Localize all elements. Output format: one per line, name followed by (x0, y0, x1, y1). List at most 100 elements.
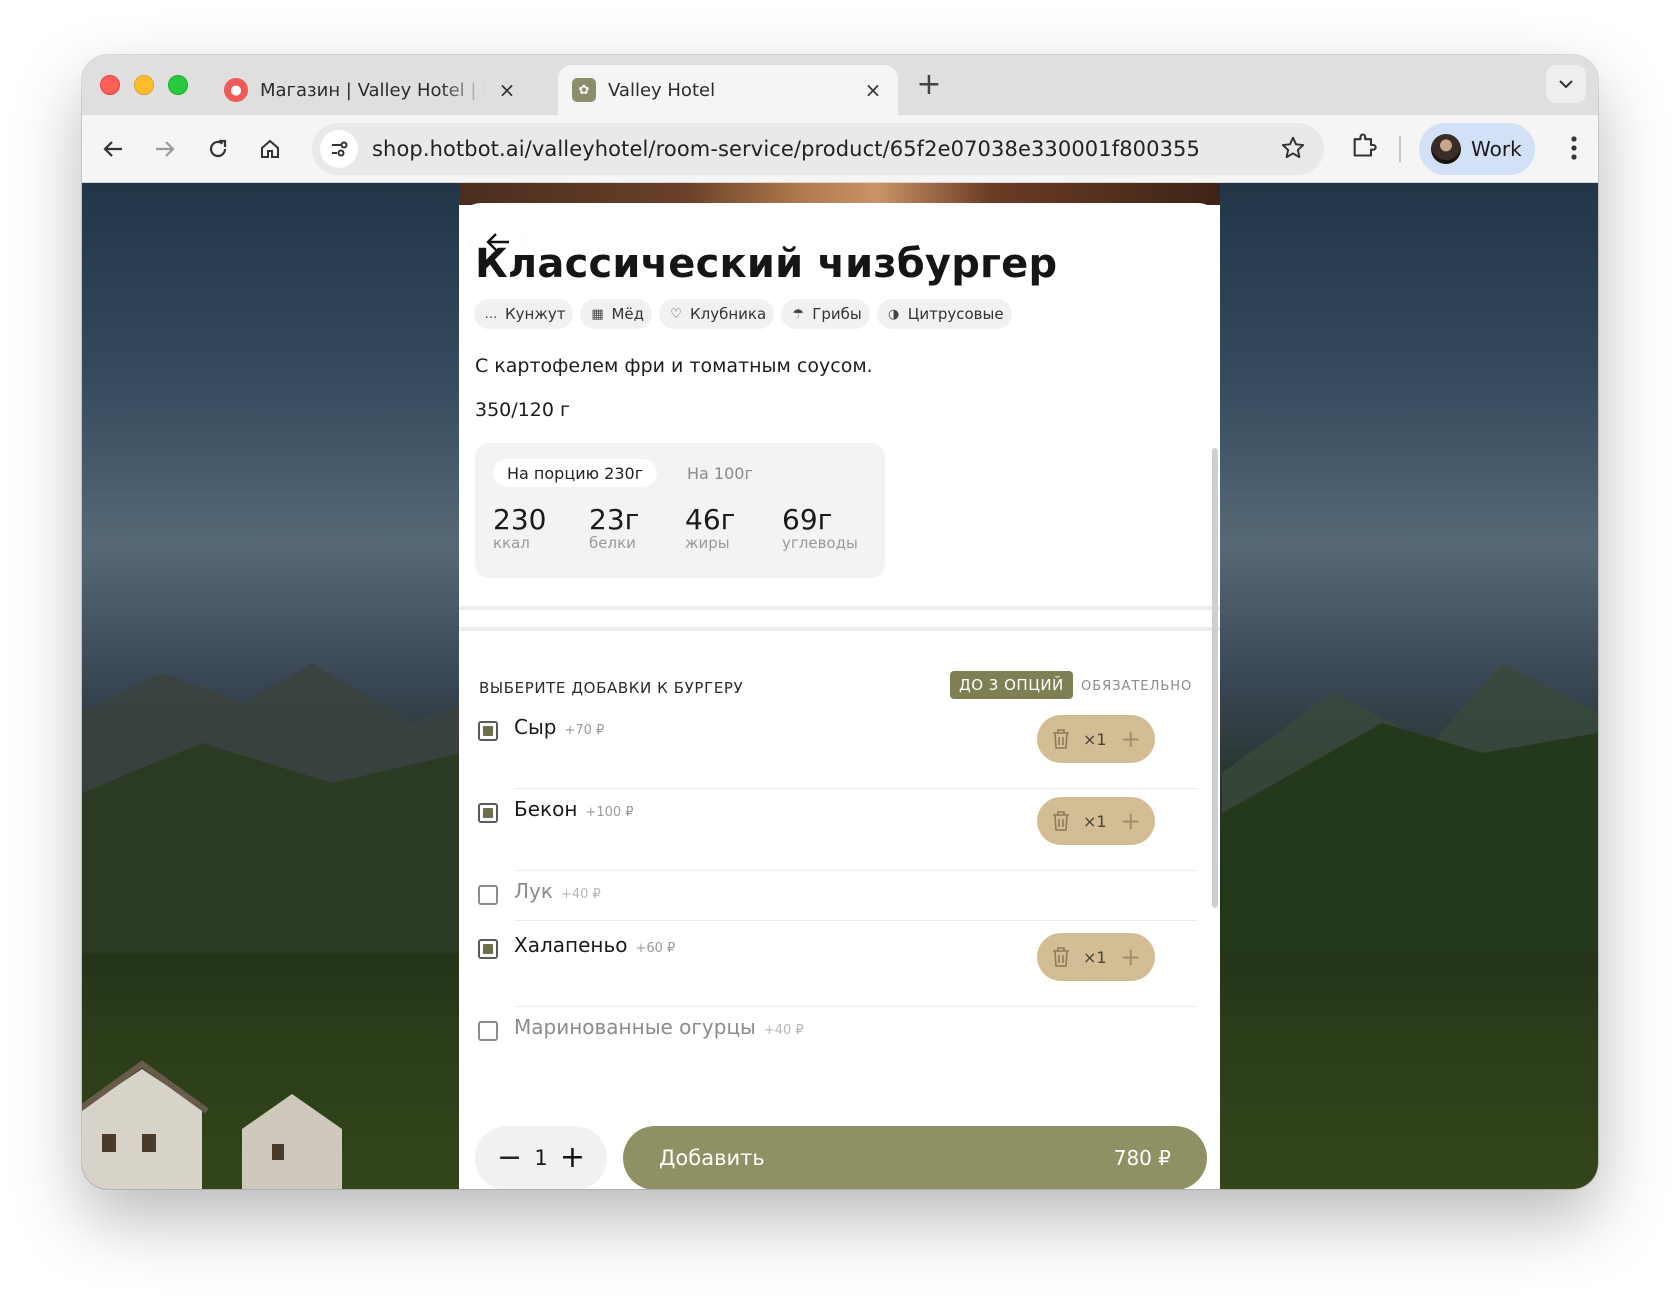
tab-title: Магазин | Valley Hotel | Hotbot (260, 79, 486, 101)
reload-button[interactable] (201, 132, 235, 166)
allergen-chip-honey: ▦ Мёд (580, 299, 653, 329)
increment-button[interactable]: + (560, 1143, 585, 1173)
addon-increment-button[interactable]: + (1121, 943, 1141, 971)
tab-valley-hotel[interactable]: ✿ Valley Hotel × (558, 65, 898, 115)
close-tab-icon[interactable]: × (496, 78, 518, 102)
tab-title: Valley Hotel (608, 79, 716, 101)
addons-title: ВЫБЕРИТЕ ДОБАВКИ К БУРГЕРУ (479, 679, 744, 697)
trash-icon[interactable] (1051, 946, 1071, 968)
option-divider (514, 788, 1198, 789)
tab-shop[interactable]: ● Магазин | Valley Hotel | Hotbot × (210, 65, 532, 115)
section-divider (459, 627, 1220, 631)
allergen-label: Грибы (812, 305, 862, 323)
addon-checkbox[interactable] (478, 1021, 498, 1041)
address-bar[interactable]: shop.hotbot.ai/valleyhotel/room-service/… (312, 123, 1324, 175)
tab-search-button[interactable] (1546, 65, 1586, 103)
product-description: С картофелем фри и томатным соусом. (475, 355, 873, 377)
addon-name: Бекон +100 ₽ (514, 797, 634, 821)
arrow-left-icon (103, 141, 122, 157)
allergen-chip-citrus: ◑ Цитрусовые (876, 299, 1012, 329)
addon-price: +40 ₽ (763, 1023, 804, 1038)
allergen-label: Кунжут (505, 305, 566, 323)
bookmark-button[interactable] (1280, 135, 1306, 165)
new-tab-button[interactable]: + (914, 70, 944, 101)
addon-name: Сыр +70 ₽ (514, 715, 605, 739)
close-tab-icon[interactable]: × (862, 78, 884, 102)
addon-checkbox[interactable] (478, 803, 498, 823)
add-to-cart-label: Добавить (659, 1146, 765, 1170)
strawberry-icon: ♡ (670, 306, 682, 322)
tune-icon (332, 141, 348, 157)
minimize-window-button[interactable] (134, 75, 154, 95)
honey-icon: ▦ (591, 306, 604, 322)
maximize-window-button[interactable] (168, 75, 188, 95)
nutrition-value: 69г (782, 503, 833, 536)
allergen-chip-sesame: … Кунжут (474, 299, 574, 329)
addon-stepper: ×1 + (1037, 933, 1155, 981)
nutrition-unit: ккал (493, 534, 530, 552)
browser-toolbar: shop.hotbot.ai/valleyhotel/room-service/… (82, 115, 1598, 183)
product-title: Классический чизбургер (475, 241, 1058, 287)
quantity-value: 1 (534, 1146, 548, 1170)
addon-increment-button[interactable]: + (1121, 725, 1141, 753)
avatar (1431, 134, 1461, 164)
product-weight: 350/120 г (475, 399, 570, 421)
forward-button[interactable] (148, 132, 182, 166)
nutrition-calories: 230 ккал (493, 503, 546, 552)
close-window-button[interactable] (100, 75, 120, 95)
hotbot-favicon-icon: ● (224, 78, 248, 102)
browser-menu-button[interactable] (1570, 135, 1578, 165)
add-to-cart-button[interactable]: Добавить 780 ₽ (623, 1126, 1207, 1189)
browser-window: ● Магазин | Valley Hotel | Hotbot × ✿ Va… (82, 55, 1598, 1189)
quantity-stepper: − 1 + (475, 1126, 607, 1189)
profile-label: Work (1471, 137, 1522, 161)
village-background (82, 1060, 342, 1189)
tab-strip: ● Магазин | Valley Hotel | Hotbot × ✿ Va… (82, 55, 1598, 115)
product-image (459, 183, 1220, 205)
home-icon (261, 139, 279, 158)
nutrition-value: 230 (493, 503, 547, 536)
profile-button[interactable]: Work (1419, 123, 1535, 175)
addon-count: ×1 (1083, 729, 1107, 749)
addon-checkbox[interactable] (478, 885, 498, 905)
addon-name: Халапеньо +60 ₽ (514, 933, 676, 957)
nutrition-carbs: 69г углеводы (782, 503, 858, 552)
addon-count: ×1 (1083, 811, 1107, 831)
decrement-button[interactable]: − (497, 1143, 522, 1173)
trash-icon[interactable] (1051, 728, 1071, 750)
tab-per-100g[interactable]: На 100г (687, 459, 753, 487)
addon-count: ×1 (1083, 947, 1107, 967)
nutrition-panel: На порцию 230г На 100г 230 ккал 23г белк… (475, 443, 885, 578)
addon-price: +70 ₽ (564, 723, 605, 738)
chevron-down-icon (1559, 80, 1573, 89)
arrow-right-icon (156, 141, 175, 157)
section-divider (459, 606, 1220, 610)
trash-icon[interactable] (1051, 810, 1071, 832)
addon-checkbox[interactable] (478, 939, 498, 959)
product-sheet: Классический чизбургер … Кунжут ▦ Мёд ♡ … (459, 203, 1220, 1189)
addon-price: +40 ₽ (560, 887, 601, 902)
tab-per-portion[interactable]: На порцию 230г (493, 459, 658, 487)
more-vertical-icon (1571, 136, 1577, 160)
toolbar-divider (1399, 136, 1401, 162)
allergen-chip-strawberry: ♡ Клубника (659, 299, 775, 329)
nutrition-unit: белки (589, 534, 636, 552)
mushroom-icon: ☂ (792, 306, 805, 322)
puzzle-icon (1353, 133, 1377, 157)
nutrition-unit: жиры (685, 534, 730, 552)
sesame-icon: … (484, 306, 498, 322)
scrollbar[interactable] (1212, 448, 1218, 908)
addon-name: Маринованные огурцы +40 ₽ (514, 1015, 804, 1039)
allergen-label: Цитрусовые (907, 305, 1004, 323)
addon-increment-button[interactable]: + (1121, 807, 1141, 835)
back-button[interactable] (96, 132, 130, 166)
addon-checkbox[interactable] (478, 721, 498, 741)
extensions-button[interactable] (1350, 131, 1378, 163)
site-info-button[interactable] (320, 130, 358, 168)
addons-required-label: ОБЯЗАТЕЛЬНО (1081, 679, 1193, 694)
home-button[interactable] (253, 132, 287, 166)
nutrition-value: 23г (589, 503, 640, 536)
option-divider (514, 1006, 1198, 1007)
nutrition-unit: углеводы (782, 534, 858, 552)
allergen-list: … Кунжут ▦ Мёд ♡ Клубника ☂ Грибы ◑ Цитр… (474, 299, 1012, 329)
